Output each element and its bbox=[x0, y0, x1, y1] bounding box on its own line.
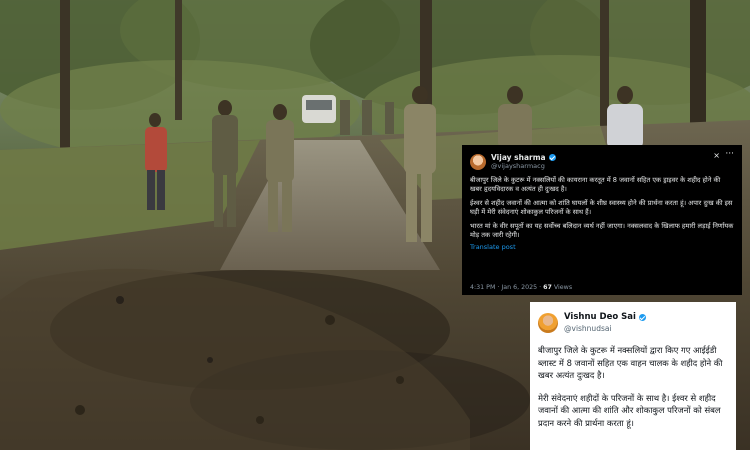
author-name-row[interactable]: Vijay sharma bbox=[491, 153, 556, 162]
tweet-body: बीजापुर जिले के कुटरू में नक्सलियों द्वा… bbox=[538, 344, 728, 430]
views-label: Views bbox=[551, 284, 573, 291]
avatar[interactable] bbox=[538, 313, 558, 333]
tweet-card-light[interactable]: Vishnu Deo Sai @vishnudsai बीजापुर जिले … bbox=[530, 302, 736, 450]
author-name-row[interactable]: Vishnu Deo Sai bbox=[564, 312, 646, 323]
author-name[interactable]: Vijay sharma bbox=[491, 153, 546, 162]
more-options-icon[interactable]: ··· bbox=[725, 149, 734, 159]
tweet-header: Vijay sharma @vijaysharmacg bbox=[470, 151, 734, 173]
tweet-body: बीजापुर जिले के कुटरू में नक्सलियों की क… bbox=[470, 176, 734, 240]
view-count: 67 bbox=[543, 284, 552, 291]
tweet-paragraph: ईश्वर से शहीद जवानों की आत्मा को शांति घ… bbox=[470, 199, 733, 216]
tweet-paragraph: बीजापुर जिले के कुटरू में नक्सलियों की क… bbox=[470, 176, 721, 193]
tweet-header: Vishnu Deo Sai @vishnudsai bbox=[538, 310, 728, 336]
verified-badge-icon bbox=[638, 314, 646, 321]
tweet-paragraph: मेरी संवेदनाएं शहीदों के परिजनों के साथ … bbox=[538, 392, 721, 428]
author-name[interactable]: Vishnu Deo Sai bbox=[564, 312, 636, 323]
tweet-paragraph: भारत मां के वीर सपूतों का यह सर्वोच्च बल… bbox=[470, 222, 734, 239]
tweet-timestamp[interactable]: 4:31 PM · Jan 6, 2025 · bbox=[470, 284, 543, 291]
translate-post-link[interactable]: Translate post bbox=[470, 243, 734, 251]
author-handle[interactable]: @vishnudsai bbox=[564, 323, 646, 334]
avatar[interactable] bbox=[470, 154, 486, 170]
tweet-paragraph: बीजापुर जिले के कुटरू में नक्सलियों द्वा… bbox=[538, 345, 723, 381]
author-handle[interactable]: @vijaysharmacg bbox=[491, 162, 556, 171]
tweet-meta: 4:31 PM · Jan 6, 2025 · 67 Views bbox=[470, 284, 572, 291]
tweet-card-dark[interactable]: Vijay sharma @vijaysharmacg × ··· बीजापु… bbox=[462, 145, 742, 295]
verified-badge-icon bbox=[548, 154, 556, 161]
close-icon[interactable]: × bbox=[713, 151, 720, 160]
